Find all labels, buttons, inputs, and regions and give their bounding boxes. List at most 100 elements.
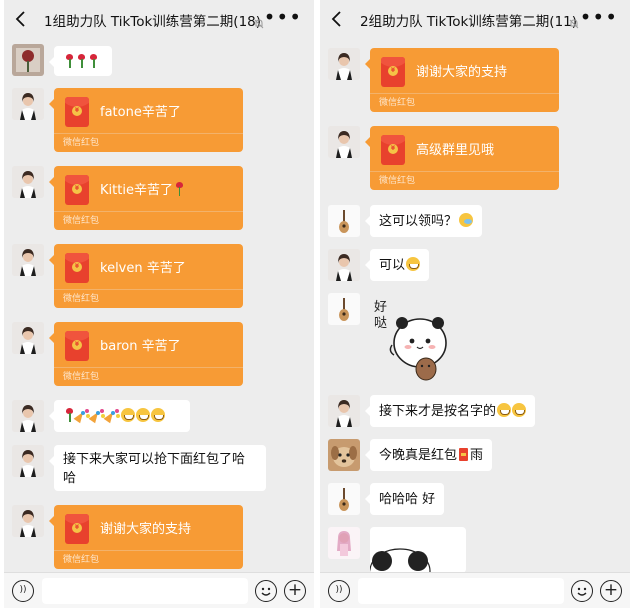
grin-emoji-icon — [136, 408, 150, 422]
avatar[interactable] — [328, 439, 360, 471]
grin-emoji-icon — [512, 403, 527, 417]
message-text: 雨 — [470, 448, 484, 463]
avatar[interactable] — [328, 293, 360, 325]
red-packet-footer: 微信红包 — [63, 555, 100, 565]
grin-emoji-icon — [406, 257, 421, 271]
red-packet-footer: 微信红包 — [63, 138, 100, 148]
red-packet-icon: ¥ — [381, 57, 405, 87]
red-packet-footer: 微信红包 — [63, 294, 100, 304]
red-packet-footer: 微信红包 — [379, 176, 416, 186]
red-packet-message: kelven 辛苦了 — [100, 261, 186, 276]
sticker-partial[interactable] — [370, 527, 466, 573]
avatar[interactable] — [12, 244, 44, 276]
message-text: 接下来才是按名字的 — [379, 404, 497, 419]
party-popper-icon — [106, 409, 119, 422]
divider — [54, 367, 243, 368]
input-bar: )) + — [4, 572, 314, 608]
red-packet-icon: ¥ — [65, 514, 89, 544]
avatar[interactable] — [328, 483, 360, 515]
back-chevron-icon[interactable] — [330, 10, 346, 28]
message-bubble[interactable] — [49, 46, 112, 76]
red-packet-footer: 微信红包 — [63, 372, 100, 382]
red-envelope-emoji-icon — [459, 448, 469, 461]
red-packet-message: 高级群里见哦 — [416, 143, 495, 158]
message-text: 可以 — [379, 258, 406, 273]
divider — [370, 93, 559, 94]
message-bubble[interactable]: 接下来大家可以抢下面红包了哈 哈 — [49, 445, 266, 491]
chat-panel-left: 1组助力队 TikTok训练营第二期(18) ••• ¥ fatone辛苦了 微… — [4, 0, 314, 608]
avatar[interactable] — [328, 527, 360, 559]
rose-emoji-icon — [89, 54, 97, 68]
red-packet-card[interactable]: ¥ Kittie辛苦了 微信红包 — [49, 166, 243, 230]
mute-bell-icon — [254, 14, 264, 29]
message-bubble[interactable]: 哈哈哈 好 — [364, 483, 445, 515]
red-packet-icon: ¥ — [65, 253, 89, 283]
avatar[interactable] — [12, 445, 44, 477]
rose-emoji-icon — [65, 408, 73, 422]
divider — [54, 550, 243, 551]
message-input[interactable] — [358, 578, 564, 604]
message-bubble[interactable]: 今晚真是红包雨 — [364, 439, 493, 471]
avatar[interactable] — [328, 48, 360, 80]
message-line-2: 哈 — [63, 471, 77, 486]
plus-icon[interactable]: + — [284, 580, 306, 602]
avatar[interactable] — [328, 395, 360, 427]
avatar[interactable] — [12, 322, 44, 354]
divider — [54, 133, 243, 134]
panda-sticker[interactable]: 好 哒 — [370, 295, 456, 385]
red-packet-card[interactable]: ¥ baron 辛苦了 微信红包 — [49, 322, 243, 386]
rose-emoji-icon — [77, 54, 85, 68]
rose-emoji-icon — [65, 54, 73, 68]
red-packet-footer: 微信红包 — [379, 98, 416, 108]
emoji-icon[interactable] — [571, 580, 593, 602]
red-packet-card[interactable]: ¥ 高级群里见哦 微信红包 — [365, 126, 559, 190]
divider — [54, 289, 243, 290]
red-packet-message: 谢谢大家的支持 — [100, 522, 192, 537]
plus-icon[interactable]: + — [600, 580, 622, 602]
red-packet-icon: ¥ — [65, 175, 89, 205]
message-bubble[interactable]: 这可以领吗？ — [364, 205, 483, 237]
party-popper-icon — [76, 409, 89, 422]
avatar[interactable] — [12, 166, 44, 198]
red-packet-message: Kittie辛苦了 — [100, 179, 185, 198]
grin-emoji-icon — [151, 408, 165, 422]
avatar[interactable] — [12, 88, 44, 120]
message-line-1: 接下来大家可以抢下面红包了哈 — [63, 452, 246, 467]
divider — [370, 171, 559, 172]
avatar[interactable] — [12, 505, 44, 537]
avatar[interactable] — [328, 249, 360, 281]
red-packet-message: fatone辛苦了 — [100, 105, 181, 120]
chat-title: 2组助力队 TikTok训练营第二期(11) — [360, 14, 578, 30]
input-bar: )) + — [320, 572, 630, 608]
voice-icon[interactable]: )) — [328, 580, 350, 602]
avatar[interactable] — [328, 126, 360, 158]
message-text: 哈哈哈 好 — [379, 492, 436, 507]
message-bubble[interactable] — [49, 400, 190, 432]
svg-text:好: 好 — [374, 300, 387, 315]
back-chevron-icon[interactable] — [14, 10, 30, 28]
avatar[interactable] — [12, 400, 44, 432]
red-packet-card[interactable]: ¥ fatone辛苦了 微信红包 — [49, 88, 243, 152]
avatar[interactable] — [328, 205, 360, 237]
svg-text:哒: 哒 — [374, 315, 387, 331]
message-text: 今晚真是红包 — [379, 448, 458, 463]
grin-emoji-icon — [121, 408, 135, 422]
avatar[interactable] — [12, 44, 44, 76]
message-bubble[interactable]: 接下来才是按名字的 — [364, 395, 536, 427]
red-packet-card[interactable]: ¥ 谢谢大家的支持 微信红包 — [365, 48, 559, 112]
grin-emoji-icon — [497, 403, 512, 417]
red-packet-message: baron 辛苦了 — [100, 339, 181, 354]
red-packet-card[interactable]: ¥ 谢谢大家的支持 微信红包 — [49, 505, 243, 569]
more-dots-icon[interactable]: ••• — [264, 7, 302, 27]
voice-icon[interactable]: )) — [12, 580, 34, 602]
more-dots-icon[interactable]: ••• — [580, 7, 618, 27]
red-packet-icon: ¥ — [65, 331, 89, 361]
red-packet-icon: ¥ — [381, 135, 405, 165]
red-packet-card[interactable]: ¥ kelven 辛苦了 微信红包 — [49, 244, 243, 308]
emoji-icon[interactable] — [255, 580, 277, 602]
rose-emoji-icon — [175, 182, 183, 196]
chat-header: 1组助力队 TikTok训练营第二期(18) ••• — [4, 0, 314, 38]
message-text: 这可以领吗？ — [379, 214, 458, 229]
message-bubble[interactable]: 可以 — [364, 249, 430, 281]
message-input[interactable] — [42, 578, 248, 604]
